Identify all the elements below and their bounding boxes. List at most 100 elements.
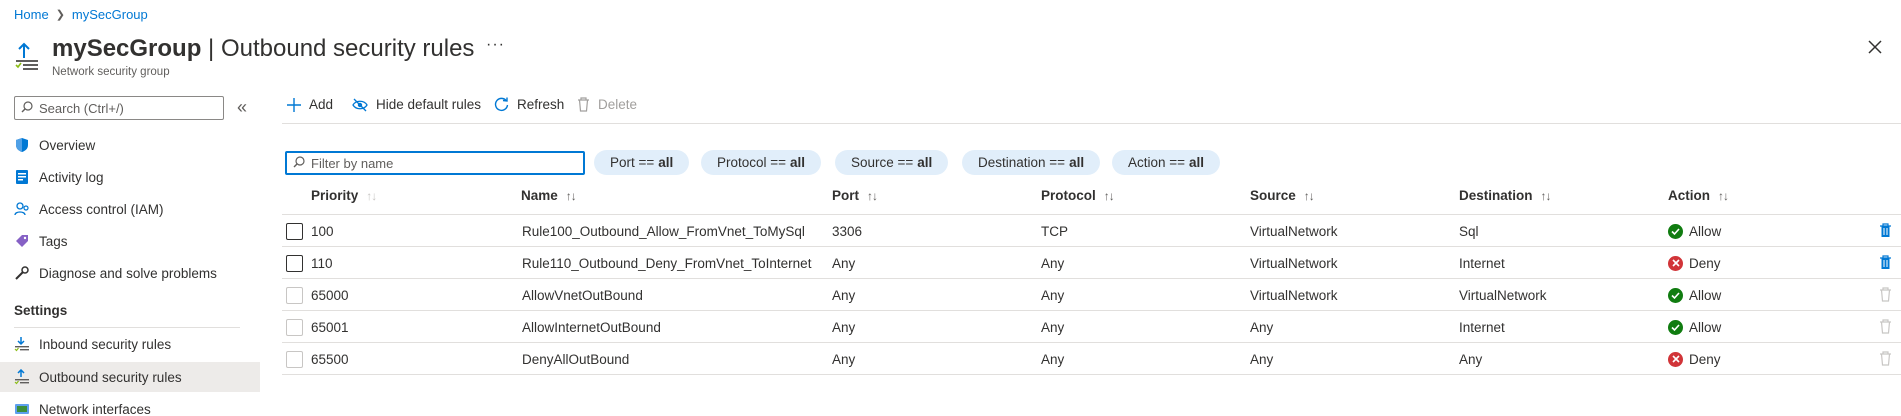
row-checkbox[interactable] bbox=[286, 254, 303, 272]
action-label: Deny bbox=[1689, 351, 1721, 367]
rule-name-link[interactable]: Rule110_Outbound_Deny_FromVnet_ToInterne… bbox=[522, 247, 811, 279]
column-header-protocol[interactable]: Protocol ↑↓ bbox=[1041, 188, 1115, 203]
trash-icon bbox=[577, 97, 590, 112]
filter-pill-destination[interactable]: Destination == all bbox=[962, 150, 1101, 175]
sort-icon: ↑↓ bbox=[565, 188, 577, 203]
search-icon bbox=[21, 100, 33, 116]
people-icon bbox=[14, 201, 30, 217]
pill-value: all bbox=[658, 155, 674, 170]
cell-port: 3306 bbox=[832, 223, 863, 239]
breadcrumb-home-link[interactable]: Home bbox=[14, 7, 49, 22]
delete-row-icon[interactable] bbox=[1879, 255, 1892, 273]
pill-value: all bbox=[790, 155, 806, 170]
title-separator: | bbox=[201, 35, 221, 62]
sidebar-item-label: Activity log bbox=[39, 169, 104, 185]
search-icon bbox=[293, 155, 305, 171]
rule-name-link[interactable]: Rule100_Outbound_Allow_FromVnet_ToMySql bbox=[522, 215, 805, 247]
more-button[interactable]: ··· bbox=[486, 36, 505, 54]
pill-value: all bbox=[917, 155, 933, 170]
action-label: Allow bbox=[1689, 319, 1722, 335]
table-row[interactable]: 100 Rule100_Outbound_Allow_FromVnet_ToMy… bbox=[282, 215, 1901, 247]
breadcrumb-current-link[interactable]: mySecGroup bbox=[72, 7, 148, 22]
sidebar-item-overview[interactable]: Overview bbox=[0, 130, 260, 160]
delete-label: Delete bbox=[598, 97, 638, 112]
column-header-destination[interactable]: Destination ↑↓ bbox=[1459, 188, 1552, 203]
filter-pill-source[interactable]: Source == all bbox=[835, 150, 949, 175]
sidebar-item-tags[interactable]: Tags bbox=[0, 226, 260, 256]
cell-priority: 100 bbox=[311, 223, 334, 239]
column-label: Source bbox=[1250, 188, 1296, 203]
cell-action: Allow bbox=[1668, 215, 1721, 247]
cell-destination: Any bbox=[1459, 351, 1483, 367]
sidebar-item-inbound-rules[interactable]: Inbound security rules bbox=[0, 329, 260, 359]
filter-pill-protocol[interactable]: Protocol == all bbox=[701, 150, 822, 175]
pill-value: all bbox=[1069, 155, 1085, 170]
filter-pill-port[interactable]: Port == all bbox=[594, 150, 690, 175]
column-label: Action bbox=[1668, 188, 1710, 203]
rule-name: AllowInternetOutBound bbox=[522, 319, 661, 335]
sidebar-item-access-control[interactable]: Access control (IAM) bbox=[0, 194, 260, 224]
column-header-name[interactable]: Name ↑↓ bbox=[521, 188, 577, 203]
table-row[interactable]: 65001 AllowInternetOutBound Any Any Any … bbox=[282, 311, 1901, 343]
cell-action: Deny bbox=[1668, 247, 1721, 279]
wrench-icon bbox=[14, 265, 30, 281]
action-label: Allow bbox=[1689, 223, 1722, 239]
refresh-button[interactable]: Refresh bbox=[494, 97, 564, 112]
row-checkbox[interactable] bbox=[286, 222, 303, 240]
column-header-action[interactable]: Action ↑↓ bbox=[1668, 188, 1729, 203]
sidebar-item-label: Outbound security rules bbox=[39, 369, 182, 385]
page-title: mySecGroup | Outbound security rules bbox=[52, 35, 474, 63]
column-label: Priority bbox=[311, 188, 359, 203]
cell-action: Allow bbox=[1668, 311, 1721, 343]
sidebar-item-diagnose[interactable]: Diagnose and solve problems bbox=[0, 258, 260, 288]
cell-source: Any bbox=[1250, 351, 1274, 367]
page-subtitle: Network security group bbox=[52, 66, 170, 78]
table-row[interactable]: 65000 AllowVnetOutBound Any Any VirtualN… bbox=[282, 279, 1901, 311]
column-header-priority[interactable]: Priority ↑↓ bbox=[311, 188, 377, 203]
hide-default-rules-button[interactable]: Hide default rules bbox=[352, 97, 481, 112]
chevron-right-icon: ❯ bbox=[55, 9, 65, 21]
sidebar-item-outbound-rules[interactable]: Outbound security rules bbox=[0, 362, 260, 392]
sidebar-search[interactable] bbox=[14, 96, 224, 120]
cell-destination: Internet bbox=[1459, 255, 1505, 271]
pill-key: Port == bbox=[610, 155, 655, 170]
outbound-rules-icon bbox=[14, 42, 40, 70]
delete-button[interactable]: Delete bbox=[577, 97, 637, 112]
table-row[interactable]: 110 Rule110_Outbound_Deny_FromVnet_ToInt… bbox=[282, 247, 1901, 279]
sidebar-item-network-interfaces[interactable]: Network interfaces bbox=[0, 394, 260, 416]
tag-icon bbox=[14, 233, 30, 249]
sidebar-item-label: Diagnose and solve problems bbox=[39, 265, 217, 281]
filter-by-name[interactable] bbox=[285, 151, 585, 175]
column-header-source[interactable]: Source ↑↓ bbox=[1250, 188, 1315, 203]
delete-row-icon[interactable] bbox=[1879, 223, 1892, 241]
pill-key: Source == bbox=[851, 155, 914, 170]
cell-protocol: Any bbox=[1041, 351, 1065, 367]
add-button[interactable]: Add bbox=[287, 97, 333, 112]
cell-source: Any bbox=[1250, 319, 1274, 335]
column-header-port[interactable]: Port ↑↓ bbox=[832, 188, 878, 203]
action-label: Allow bbox=[1689, 287, 1722, 303]
network-interface-icon bbox=[14, 401, 30, 416]
cell-destination: Sql bbox=[1459, 223, 1479, 239]
cell-source: VirtualNetwork bbox=[1250, 223, 1338, 239]
delete-row-icon bbox=[1879, 287, 1892, 305]
pill-key: Protocol == bbox=[717, 155, 787, 170]
sidebar-search-input[interactable] bbox=[39, 100, 219, 116]
sidebar-item-activity-log[interactable]: Activity log bbox=[0, 162, 260, 192]
pill-key: Destination == bbox=[978, 155, 1066, 170]
cell-protocol: TCP bbox=[1041, 223, 1068, 239]
cell-action: Deny bbox=[1668, 343, 1721, 375]
table-row[interactable]: 65500 DenyAllOutBound Any Any Any Any De… bbox=[282, 343, 1901, 375]
activity-log-icon bbox=[14, 169, 30, 185]
filter-pill-action[interactable]: Action == all bbox=[1112, 150, 1221, 175]
filter-name-input[interactable] bbox=[311, 155, 581, 171]
close-icon[interactable] bbox=[1866, 38, 1884, 56]
collapse-sidebar-icon[interactable]: « bbox=[237, 98, 247, 116]
column-label: Destination bbox=[1459, 188, 1533, 203]
cell-destination: VirtualNetwork bbox=[1459, 287, 1547, 303]
cell-port: Any bbox=[832, 255, 856, 271]
hide-default-rules-label: Hide default rules bbox=[376, 97, 482, 112]
settings-section-header: Settings bbox=[14, 303, 68, 318]
allow-check-icon bbox=[1668, 319, 1683, 335]
sort-icon: ↑↓ bbox=[1103, 188, 1115, 203]
